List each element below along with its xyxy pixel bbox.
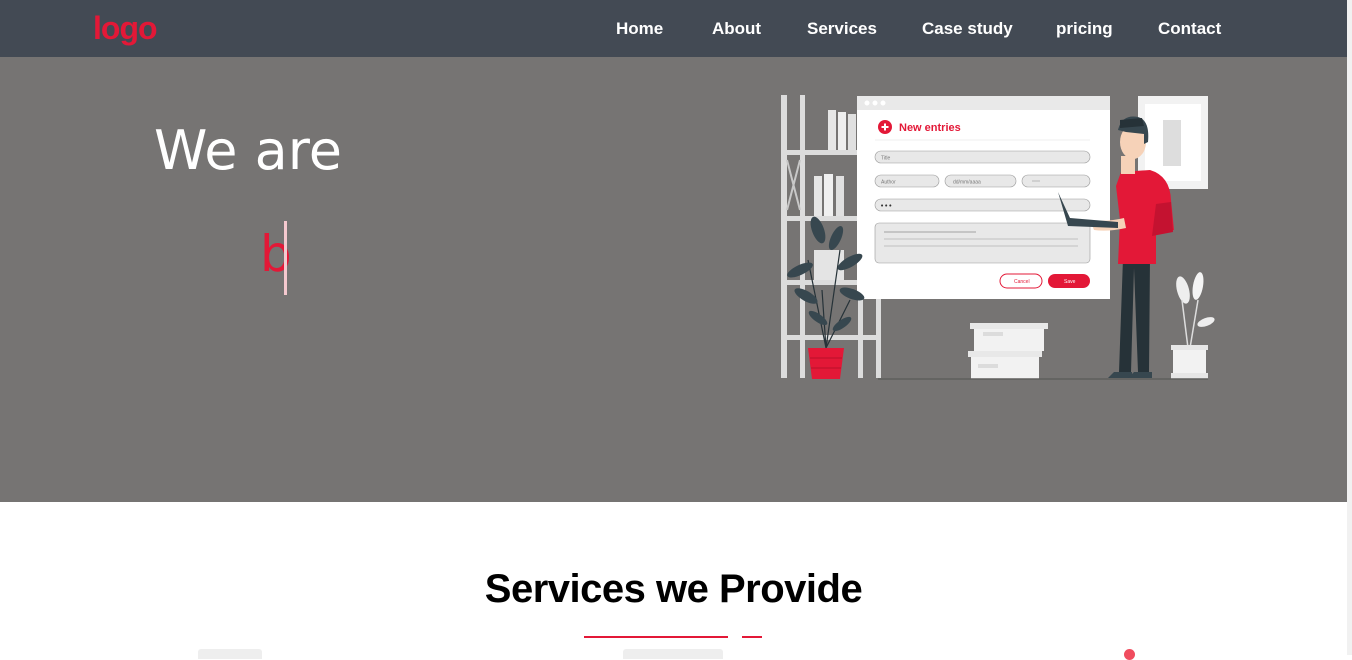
title-field-label: Title xyxy=(881,156,890,162)
typing-cursor xyxy=(284,221,287,295)
small-plant-illustration xyxy=(1171,272,1215,379)
hero-illustration: New entries Title Author dd/mm/aaaa ••• … xyxy=(781,95,1215,380)
save-label: Save xyxy=(1064,279,1076,285)
password-dots: ••• xyxy=(880,202,892,210)
services-title: Services we Provide xyxy=(484,567,863,611)
new-entries-heading: New entries xyxy=(899,122,961,134)
nav-services[interactable]: Services xyxy=(807,19,877,39)
hero-title: We are xyxy=(154,119,342,182)
nav-case-study[interactable]: Case study xyxy=(922,19,1013,39)
boxes-illustration xyxy=(968,323,1048,379)
navbar: logo Home About Services Case study pric… xyxy=(0,0,1347,57)
logo[interactable]: logo xyxy=(93,9,158,47)
cancel-label: Cancel xyxy=(1014,279,1030,285)
title-underline-long xyxy=(584,636,728,638)
date-field-label: dd/mm/aaaa xyxy=(953,180,981,186)
nav-pricing[interactable]: pricing xyxy=(1056,19,1113,39)
service-card-2-top xyxy=(623,649,723,659)
author-field-label: Author xyxy=(881,180,896,186)
service-card-1-top xyxy=(198,649,262,659)
plant-illustration xyxy=(787,216,865,379)
nav-home[interactable]: Home xyxy=(616,19,663,39)
scrollbar[interactable] xyxy=(1347,0,1352,655)
nav-contact[interactable]: Contact xyxy=(1158,19,1221,39)
title-underline-short xyxy=(742,636,762,638)
form-window: New entries Title Author dd/mm/aaaa ••• … xyxy=(857,96,1110,299)
nav-about[interactable]: About xyxy=(712,19,761,39)
